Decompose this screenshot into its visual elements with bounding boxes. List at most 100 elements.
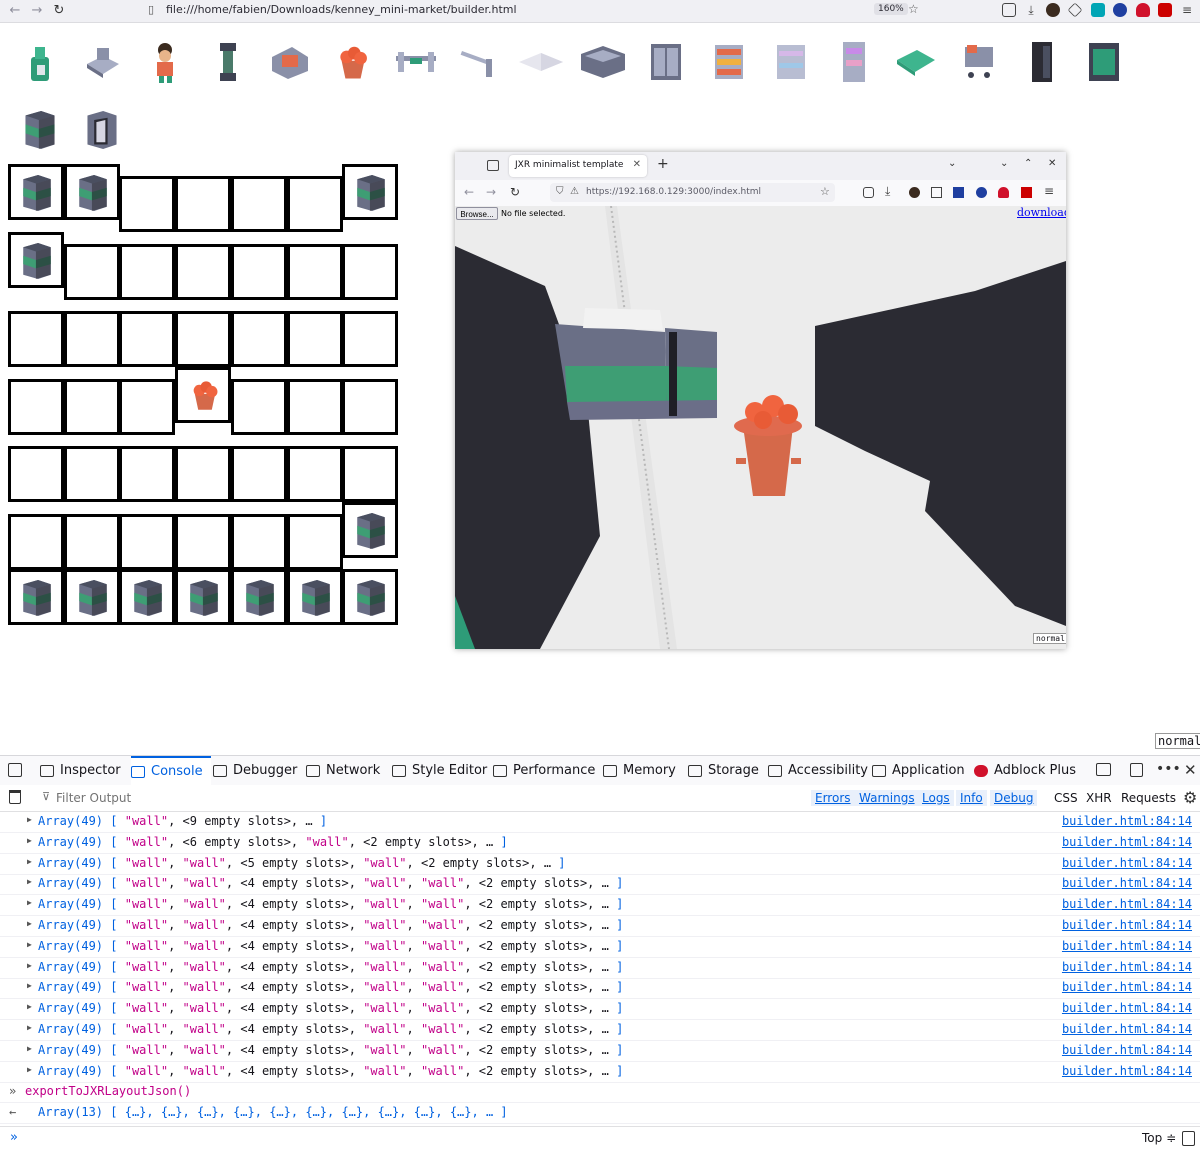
grid-cell[interactable] — [63, 243, 120, 300]
grid-cell[interactable] — [119, 176, 176, 232]
grid-cell[interactable] — [286, 243, 343, 300]
grid-cell[interactable] — [175, 446, 232, 502]
grid-cell[interactable] — [119, 378, 176, 435]
palette-item-wall-door[interactable] — [78, 106, 126, 154]
expand-triangle-icon[interactable]: ▶ — [27, 898, 32, 907]
filter-errors[interactable]: Errors — [811, 790, 855, 806]
grid-cell[interactable] — [175, 311, 232, 367]
minimize-icon[interactable]: ⌄ — [1000, 158, 1008, 169]
palette-item-character[interactable] — [141, 38, 189, 86]
grid-cell[interactable] — [175, 366, 232, 423]
grid-cell[interactable] — [175, 569, 232, 625]
context-selector[interactable]: Top ≑ — [1142, 1131, 1176, 1145]
grid-cell[interactable] — [286, 513, 343, 570]
palette-item-pillar[interactable] — [204, 38, 252, 86]
console-log-row[interactable]: ▶ Array(49) [ "wall", "wall", <4 empty s… — [0, 894, 1200, 917]
grid-cell[interactable] — [63, 164, 120, 220]
devtools-tab-performance[interactable]: Performance — [493, 756, 595, 785]
more-options-icon[interactable]: ••• — [1156, 761, 1181, 777]
devtools-tab-style-editor[interactable]: Style Editor — [392, 756, 487, 785]
grid-cell[interactable] — [342, 378, 399, 435]
grid-cell[interactable] — [8, 231, 64, 288]
palette-item-bottle-dispenser[interactable] — [16, 38, 64, 86]
grid-cell[interactable] — [230, 569, 287, 625]
maximize-icon[interactable]: ⌃ — [1024, 158, 1032, 169]
devtools-tab-accessibility[interactable]: Accessibility — [768, 756, 868, 785]
filter-warnings[interactable]: Warnings — [855, 790, 919, 806]
source-link[interactable]: builder.html:84:14 — [1062, 1064, 1192, 1078]
grid-cell[interactable] — [342, 501, 399, 558]
tab-list-icon[interactable] — [487, 160, 499, 171]
source-link[interactable]: builder.html:84:14 — [1062, 1001, 1192, 1015]
puzzle-icon[interactable] — [931, 187, 942, 198]
expand-triangle-icon[interactable]: ▶ — [27, 877, 32, 886]
split-console-icon[interactable] — [1130, 763, 1143, 777]
source-link[interactable]: builder.html:84:14 — [1062, 1022, 1192, 1036]
palette-item-shelf-goods[interactable] — [767, 38, 815, 86]
grid-cell[interactable] — [286, 569, 343, 625]
grid-cell[interactable] — [63, 446, 120, 502]
source-link[interactable]: builder.html:84:14 — [1062, 918, 1192, 932]
forward-icon[interactable]: → — [486, 185, 496, 199]
grid-cell[interactable] — [175, 243, 232, 300]
grid-cell[interactable] — [342, 164, 399, 220]
close-window-icon[interactable]: ✕ — [1048, 158, 1056, 169]
chevron-down-icon[interactable]: ⌄ — [948, 158, 956, 169]
expand-triangle-icon[interactable]: ▶ — [27, 961, 32, 970]
palette-item-fridge-double[interactable] — [642, 38, 690, 86]
browse-file-button[interactable]: Browse... — [456, 207, 498, 220]
console-log-row[interactable]: ▶ Array(49) [ "wall", "wall", <4 empty s… — [0, 957, 1200, 979]
extension-icon-2[interactable] — [1091, 3, 1105, 17]
grid-cell[interactable] — [119, 446, 176, 502]
trash-icon[interactable] — [9, 790, 21, 804]
extension-icon-4[interactable] — [998, 187, 1009, 198]
ublock-icon[interactable] — [1158, 3, 1172, 17]
grid-cell[interactable] — [119, 513, 176, 570]
reload-icon[interactable]: ↻ — [50, 2, 68, 20]
pocket-icon[interactable] — [863, 187, 874, 198]
grid-cell[interactable] — [230, 513, 287, 570]
close-devtools-icon[interactable]: ✕ — [1184, 761, 1197, 779]
filter-xhr[interactable]: XHR — [1086, 791, 1112, 805]
menu-icon[interactable]: ≡ — [1180, 3, 1194, 17]
devtools-tab-storage[interactable]: Storage — [688, 756, 759, 785]
console-result-row[interactable]: ← Array(13) [ {…}, {…}, {…}, {…}, {…}, {…… — [0, 1102, 1200, 1125]
filter-debug[interactable]: Debug — [990, 790, 1038, 806]
source-link[interactable]: builder.html:84:14 — [1062, 814, 1192, 828]
expand-triangle-icon[interactable]: ▶ — [27, 1065, 32, 1074]
palette-item-cash-drawer[interactable] — [892, 38, 940, 86]
source-link[interactable]: builder.html:84:14 — [1062, 897, 1192, 911]
grid-cell[interactable] — [8, 311, 64, 367]
grid-cell[interactable] — [286, 378, 343, 435]
devtools-tab-adblock-plus[interactable]: Adblock Plus — [974, 756, 1076, 785]
grid-cell[interactable] — [230, 243, 287, 300]
grid-cell[interactable] — [119, 311, 176, 367]
palette-item-shelf-drinks[interactable] — [830, 38, 878, 86]
3d-viewport[interactable]: Browse... No file selected. download nor… — [455, 206, 1066, 649]
expand-triangle-icon[interactable]: ▶ — [27, 1044, 32, 1053]
palette-item-cash-register[interactable] — [79, 38, 127, 86]
source-link[interactable]: builder.html:84:14 — [1062, 1043, 1192, 1057]
grid-cell[interactable] — [286, 446, 343, 502]
grid-cell[interactable] — [342, 446, 399, 502]
source-link[interactable]: builder.html:84:14 — [1062, 980, 1192, 994]
devtools-tab-application[interactable]: Application — [872, 756, 965, 785]
zoom-badge[interactable]: 160% — [874, 3, 908, 15]
grid-cell[interactable] — [230, 311, 287, 367]
grid-cell[interactable] — [8, 513, 64, 570]
console-log-row[interactable]: ▶ Array(49) [ "wall", <9 empty slots>, …… — [0, 811, 1200, 833]
console-input-row[interactable]: » Top ≑ — [0, 1126, 1200, 1152]
grid-cell[interactable] — [8, 378, 64, 435]
bookmark-star-icon[interactable]: ☆ — [820, 185, 830, 198]
extension-icon-2[interactable] — [953, 187, 964, 198]
grid-cell[interactable] — [175, 513, 232, 570]
console-log-row[interactable]: ▶ Array(49) [ "wall", "wall", <4 empty s… — [0, 873, 1200, 896]
grid-cell[interactable] — [63, 569, 120, 625]
console-log-row[interactable]: ▶ Array(49) [ "wall", "wall", <4 empty s… — [0, 1019, 1200, 1041]
palette-item-shelf-fruit[interactable] — [705, 38, 753, 86]
extension-icon-3[interactable] — [976, 187, 987, 198]
extension-icon-4[interactable] — [1136, 3, 1150, 17]
extension-icon[interactable] — [909, 187, 920, 198]
devtools-tab-inspector[interactable]: Inspector — [40, 756, 121, 785]
bookmark-star-icon[interactable]: ☆ — [908, 2, 919, 16]
